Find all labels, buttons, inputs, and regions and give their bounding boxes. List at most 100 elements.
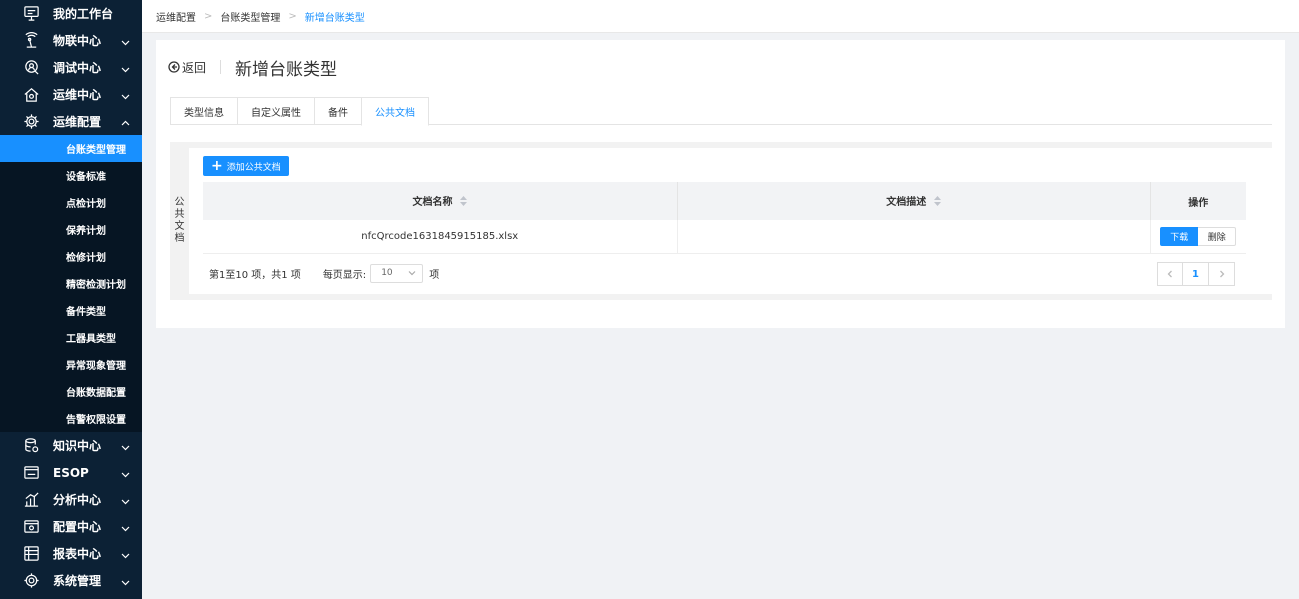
chevron-down-icon — [121, 441, 130, 451]
sidebar-item-config[interactable]: 配置中心 — [0, 513, 142, 540]
sidebar-item-system[interactable]: 系统管理 — [0, 567, 142, 594]
side-char: 文 — [174, 221, 185, 232]
page-size-label: 每页显示: — [322, 269, 367, 281]
pagination-summary: 第1至10 项，共1 项 — [209, 269, 301, 281]
chevron-right-icon: > — [204, 10, 213, 22]
table-row: nfcQrcode1631845915185.xlsx 下载 删除 — [203, 220, 1246, 254]
breadcrumb: 运维配置 > 台账类型管理 > 新增台账类型 — [142, 0, 1299, 33]
main-card: 返回 新增台账类型 类型信息 自定义属性 备件 公共文档 公 共 文 档 + 添… — [156, 40, 1285, 328]
column-label: 操作 — [1188, 197, 1209, 209]
sidebar-item-report[interactable]: 报表中心 — [0, 540, 142, 567]
sidebar-item-label: 调试中心 — [53, 61, 102, 75]
chevron-down-icon — [121, 522, 130, 532]
page-header: 返回 新增台账类型 — [168, 57, 338, 80]
sidebar-subitem-maintenance-plan[interactable]: 保养计划 — [0, 216, 142, 243]
sort-icon[interactable] — [933, 195, 941, 209]
pagination-info: 第1至10 项，共1 项 每页显示: 10 项 — [209, 263, 439, 283]
next-page-button[interactable] — [1209, 262, 1235, 286]
back-button[interactable]: 返回 — [168, 59, 206, 76]
add-public-document-button[interactable]: + 添加公共文档 — [203, 156, 289, 176]
chevron-down-icon — [121, 36, 130, 46]
column-header-doc-name[interactable]: 文档名称 — [203, 182, 678, 220]
tab-type-info[interactable]: 类型信息 — [170, 97, 237, 125]
home-wrench-icon — [22, 86, 40, 104]
chevron-down-icon — [121, 63, 130, 73]
column-header-doc-desc[interactable]: 文档描述 — [677, 182, 1151, 220]
side-char: 档 — [174, 233, 185, 244]
sidebar-subitem-tool-type[interactable]: 工器具类型 — [0, 324, 142, 351]
back-label: 返回 — [182, 60, 207, 75]
sidebar-item-ops-config[interactable]: 运维配置 — [0, 108, 142, 135]
sidebar-item-analysis[interactable]: 分析中心 — [0, 486, 142, 513]
public-docs-panel: 公 共 文 档 + 添加公共文档 文档名称 文档描述 操作 nfcQrcode1… — [170, 142, 1272, 300]
sidebar-item-label: ESOP — [53, 465, 89, 480]
sidebar-item-iot[interactable]: 物联中心 — [0, 27, 142, 54]
pagination: 1 — [1157, 262, 1235, 286]
sidebar-subitem-inspection-plan[interactable]: 点检计划 — [0, 189, 142, 216]
sidebar-subitem-spare-type[interactable]: 备件类型 — [0, 297, 142, 324]
config-icon — [22, 518, 40, 536]
sidebar-item-label: 运维配置 — [53, 115, 102, 129]
sidebar-item-label: 运维中心 — [53, 88, 102, 102]
chevron-left-icon — [1167, 270, 1172, 278]
sidebar: 我的工作台 物联中心 调试中心 运维中心 运维配置 台账类型管理 设备标准 点检… — [0, 0, 142, 599]
delete-button[interactable]: 删除 — [1198, 226, 1237, 246]
row-action-group: 下载 删除 — [1160, 226, 1237, 246]
cell-doc-desc — [677, 220, 1151, 254]
page-size-select[interactable]: 10 — [370, 263, 424, 283]
chevron-down-icon — [121, 576, 130, 586]
chevron-down-icon — [121, 495, 130, 505]
page-size-unit: 项 — [429, 269, 440, 281]
cell-doc-name: nfcQrcode1631845915185.xlsx — [203, 220, 678, 254]
sidebar-subitem-ledger-type[interactable]: 台账类型管理 — [0, 135, 142, 162]
tab-spare-parts[interactable]: 备件 — [314, 97, 361, 125]
database-icon — [22, 437, 40, 455]
sidebar-subitem-precision-plan[interactable]: 精密检测计划 — [0, 270, 142, 297]
sidebar-item-debug[interactable]: 调试中心 — [0, 54, 142, 81]
sidebar-item-label: 知识中心 — [53, 439, 102, 453]
sidebar-item-label: 系统管理 — [53, 574, 102, 588]
monitor-icon — [22, 5, 40, 23]
tab-public-documents[interactable]: 公共文档 — [361, 97, 429, 126]
sidebar-item-knowledge[interactable]: 知识中心 — [0, 432, 142, 459]
chevron-up-icon — [121, 117, 130, 126]
sidebar-item-label: 分析中心 — [53, 493, 102, 507]
table-header-row: 文档名称 文档描述 操作 — [203, 182, 1246, 220]
page-title: 新增台账类型 — [235, 59, 338, 80]
breadcrumb-item-current: 新增台账类型 — [304, 12, 365, 24]
sidebar-subitem-alarm-permission[interactable]: 告警权限设置 — [0, 405, 142, 432]
side-char: 公 — [174, 197, 185, 208]
bar-chart-icon — [22, 491, 40, 509]
breadcrumb-item-ops-config[interactable]: 运维配置 — [156, 9, 196, 24]
sidebar-subitem-ledger-data[interactable]: 台账数据配置 — [0, 378, 142, 405]
header-divider — [220, 60, 222, 74]
breadcrumb-item-ledger-type[interactable]: 台账类型管理 — [220, 9, 280, 24]
add-button-label: 添加公共文档 — [226, 162, 281, 173]
column-label: 文档描述 — [886, 197, 927, 209]
sidebar-item-ops-center[interactable]: 运维中心 — [0, 81, 142, 108]
chevron-right-icon: > — [288, 10, 297, 22]
panel-content: + 添加公共文档 文档名称 文档描述 操作 nfcQrcode163184591… — [189, 148, 1272, 294]
sidebar-item-label: 物联中心 — [53, 34, 102, 48]
sort-icon[interactable] — [459, 195, 467, 209]
esop-icon — [22, 464, 40, 482]
sidebar-item-label: 报表中心 — [53, 547, 102, 561]
sidebar-item-label: 我的工作台 — [53, 7, 114, 21]
sidebar-item-label: 配置中心 — [53, 520, 102, 534]
sidebar-subitem-repair-plan[interactable]: 检修计划 — [0, 243, 142, 270]
documents-table: 文档名称 文档描述 操作 nfcQrcode1631845915185.xlsx… — [203, 182, 1246, 254]
download-button[interactable]: 下载 — [1160, 226, 1199, 246]
chevron-down-icon — [121, 468, 130, 478]
settings-icon — [22, 572, 40, 590]
column-header-actions: 操作 — [1150, 182, 1246, 220]
page-number-button[interactable]: 1 — [1183, 262, 1209, 286]
sidebar-item-esop[interactable]: ESOP — [0, 459, 142, 486]
prev-page-button[interactable] — [1157, 262, 1183, 286]
sidebar-item-workbench[interactable]: 我的工作台 — [0, 0, 142, 27]
sidebar-subitem-equipment-standard[interactable]: 设备标准 — [0, 162, 142, 189]
sidebar-subitem-anomaly[interactable]: 异常现象管理 — [0, 351, 142, 378]
antenna-icon — [22, 32, 40, 50]
tab-custom-attributes[interactable]: 自定义属性 — [237, 97, 314, 125]
chevron-right-icon — [1219, 270, 1224, 278]
chevron-down-icon — [408, 271, 416, 276]
